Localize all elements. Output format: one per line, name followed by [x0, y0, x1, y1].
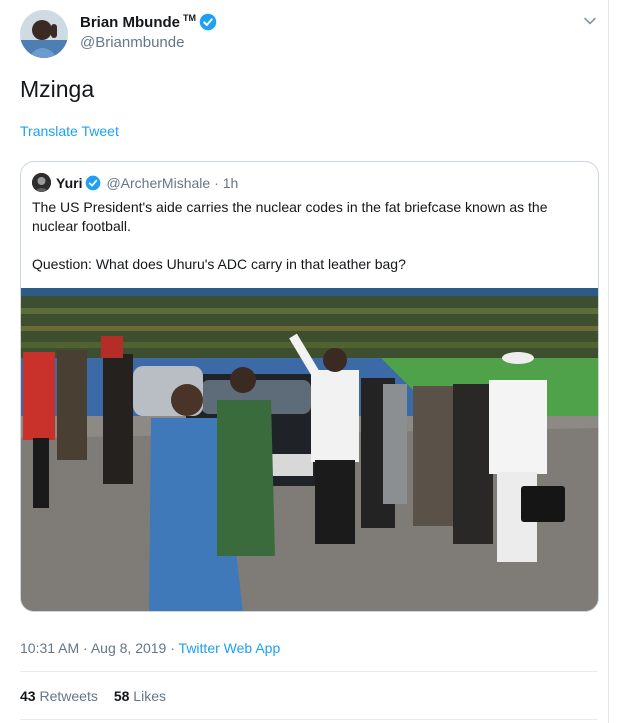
- divider: [20, 719, 598, 720]
- tweet-stats: 43 Retweets 58 Likes: [20, 688, 166, 704]
- author-avatar[interactable]: [20, 10, 68, 58]
- tweet-source[interactable]: Twitter Web App: [179, 640, 281, 656]
- author-name-row[interactable]: Brian Mbunde TM: [80, 13, 217, 31]
- trademark-badge: TM: [183, 13, 196, 23]
- quoted-text-paragraph: The US President's aide carries the nucl…: [32, 199, 548, 234]
- author-handle[interactable]: @Brianmbunde: [80, 34, 184, 51]
- likes-stat[interactable]: 58 Likes: [114, 688, 166, 704]
- quoted-author-handle[interactable]: @ArcherMishale: [106, 175, 210, 191]
- tweet-time[interactable]: 10:31 AM: [20, 640, 79, 656]
- tweet-meta: 10:31 AM · Aug 8, 2019 · Twitter Web App: [20, 640, 280, 656]
- quoted-text-paragraph: Question: What does Uhuru's ADC carry in…: [32, 256, 406, 272]
- meta-separator: ·: [79, 640, 91, 656]
- chevron-down-icon[interactable]: [583, 14, 597, 28]
- quoted-tweet-header: Yuri @ArcherMishale · 1h: [32, 173, 238, 192]
- retweets-label: Retweets: [39, 688, 98, 704]
- divider: [20, 671, 598, 672]
- verified-badge-icon: [86, 175, 101, 190]
- author-name[interactable]: Brian Mbunde: [80, 14, 180, 31]
- tweet-detail: Brian Mbunde TM @Brianmbunde Mzinga Tran…: [0, 0, 609, 723]
- tweet-date[interactable]: Aug 8, 2019: [91, 640, 167, 656]
- likes-label: Likes: [133, 688, 166, 704]
- quoted-tweet-age: · 1h: [214, 174, 239, 191]
- quoted-tweet[interactable]: Yuri @ArcherMishale · 1h The US Presiden…: [20, 161, 599, 612]
- quoted-author-avatar[interactable]: [32, 173, 51, 192]
- meta-separator: ·: [166, 640, 179, 656]
- likes-count: 58: [113, 688, 130, 704]
- quoted-tweet-photo[interactable]: [21, 288, 599, 612]
- translate-tweet-link[interactable]: Translate Tweet: [20, 123, 119, 139]
- retweets-count: 43: [20, 688, 36, 704]
- quoted-tweet-text: The US President's aide carries the nucl…: [32, 198, 587, 274]
- quoted-author-name[interactable]: Yuri: [56, 175, 82, 191]
- retweets-stat[interactable]: 43 Retweets: [20, 688, 98, 704]
- verified-badge-icon: [199, 13, 217, 31]
- tweet-text: Mzinga: [20, 76, 95, 102]
